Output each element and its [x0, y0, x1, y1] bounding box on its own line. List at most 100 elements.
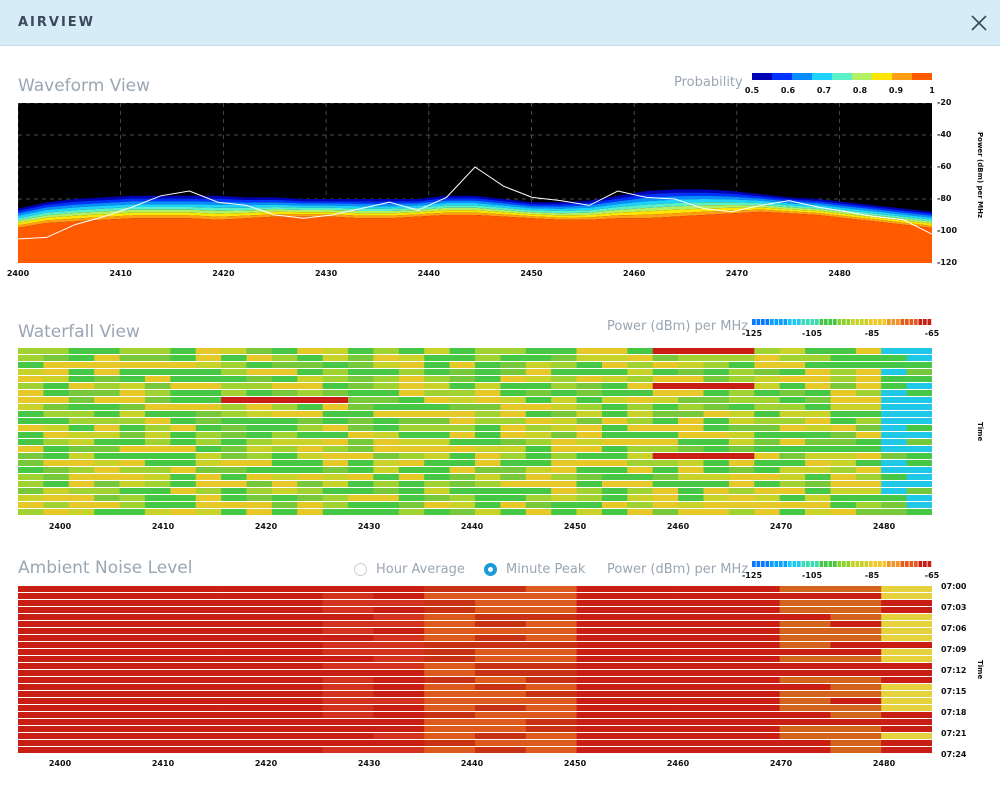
waterfall-cell — [601, 502, 628, 508]
waterfall-cell — [246, 439, 273, 445]
ambient-cell — [221, 677, 273, 683]
waterfall-cell — [424, 460, 450, 466]
ambient-cell — [779, 691, 831, 697]
waterfall-cell — [754, 355, 780, 361]
ambient-cell — [373, 607, 425, 613]
waterfall-cell — [195, 348, 222, 354]
ambient-cell — [221, 649, 273, 655]
waterfall-cell — [18, 460, 44, 466]
close-icon[interactable] — [970, 14, 988, 32]
ambient-cell — [576, 600, 628, 606]
waterfall-cell — [119, 460, 146, 466]
waterfall-cell — [221, 439, 247, 445]
waveform-x-tick: 2480 — [828, 269, 851, 278]
radio-checked-icon[interactable] — [484, 563, 497, 576]
waterfall-cell — [195, 453, 222, 459]
waterfall-cell — [601, 355, 628, 361]
waterfall-cell — [246, 376, 273, 382]
ambient-cell — [678, 698, 730, 704]
power-swatch — [842, 561, 846, 567]
ambient-cell — [424, 607, 476, 613]
waterfall-cell — [830, 460, 857, 466]
ambient-cell — [678, 607, 730, 613]
ambient-cell — [271, 642, 323, 648]
waterfall-cell — [373, 369, 400, 375]
waterfall-cell — [144, 425, 171, 431]
waterfall-cell — [830, 376, 857, 382]
waterfall-cell — [170, 474, 197, 480]
ambient-cell — [68, 649, 120, 655]
waterfall-cell — [424, 502, 450, 508]
power-swatch — [783, 561, 788, 567]
waterfall-cell — [551, 425, 577, 431]
waterfall-cell — [68, 432, 95, 438]
ambient-cell — [322, 719, 374, 725]
waterfall-cell — [119, 369, 146, 375]
ambient-cell — [170, 649, 222, 655]
waterfall-cell — [119, 467, 146, 473]
waterfall-cell — [906, 376, 932, 382]
waterfall-cell — [805, 502, 831, 508]
waterfall-cell — [297, 397, 323, 403]
waterfall-cell — [348, 446, 374, 452]
ambient-cell — [271, 593, 323, 599]
ambient-cell — [678, 691, 730, 697]
waterfall-cell — [18, 481, 44, 487]
probability-swatch — [872, 73, 893, 80]
waterfall-cell — [601, 453, 628, 459]
power-swatch — [761, 319, 765, 325]
waterfall-cell — [754, 390, 780, 396]
waterfall-cell — [297, 376, 323, 382]
waterfall-cell — [703, 348, 730, 354]
waterfall-cell — [144, 467, 171, 473]
power-swatch — [801, 319, 806, 325]
waterfall-cell — [373, 446, 400, 452]
ambient-cell — [119, 719, 171, 725]
ambient-cell — [475, 726, 527, 732]
waterfall-cell — [68, 474, 95, 480]
ambient-cell — [119, 670, 171, 676]
waterfall-cell — [68, 467, 95, 473]
waterfall-cell — [830, 411, 857, 417]
waterfall-cell — [119, 495, 146, 501]
waterfall-cell — [348, 460, 374, 466]
hour-average-radio[interactable]: Hour Average — [354, 562, 465, 577]
waterfall-cell — [144, 411, 171, 417]
waterfall-cell — [728, 488, 755, 494]
ambient-cell — [627, 663, 679, 669]
waterfall-cell — [43, 362, 70, 368]
radio-circle-icon[interactable] — [354, 563, 367, 576]
ambient-cell — [221, 621, 273, 627]
waterfall-cell — [94, 439, 120, 445]
waveform-chart — [18, 103, 932, 263]
power-swatch — [905, 561, 909, 567]
waterfall-cell — [449, 495, 476, 501]
ambient-cell — [373, 642, 425, 648]
ambient-cell — [525, 614, 577, 620]
waterfall-cell — [43, 502, 70, 508]
power-swatch — [909, 319, 914, 325]
minute-peak-radio[interactable]: Minute Peak — [484, 562, 585, 577]
waterfall-cell — [500, 488, 527, 494]
ambient-cell — [728, 642, 780, 648]
waterfall-cell — [322, 446, 349, 452]
waterfall-cell — [221, 397, 247, 403]
waterfall-cell — [855, 369, 882, 375]
ambient-cell — [779, 670, 831, 676]
waterfall-cell — [779, 390, 806, 396]
waterfall-cell — [627, 502, 654, 508]
ambient-cell — [475, 586, 527, 592]
waterfall-cell — [881, 460, 907, 466]
waterfall-cell — [728, 481, 755, 487]
waterfall-cell — [144, 418, 171, 424]
waterfall-cell — [322, 432, 349, 438]
waterfall-cell — [170, 453, 197, 459]
waterfall-cell — [805, 432, 831, 438]
waterfall-cell — [68, 446, 95, 452]
waterfall-cell — [500, 509, 527, 515]
probability-swatch — [832, 73, 853, 80]
ambient-cell — [779, 621, 831, 627]
waterfall-cell — [449, 404, 476, 410]
waterfall-cell — [855, 348, 882, 354]
waterfall-cell — [601, 383, 628, 389]
